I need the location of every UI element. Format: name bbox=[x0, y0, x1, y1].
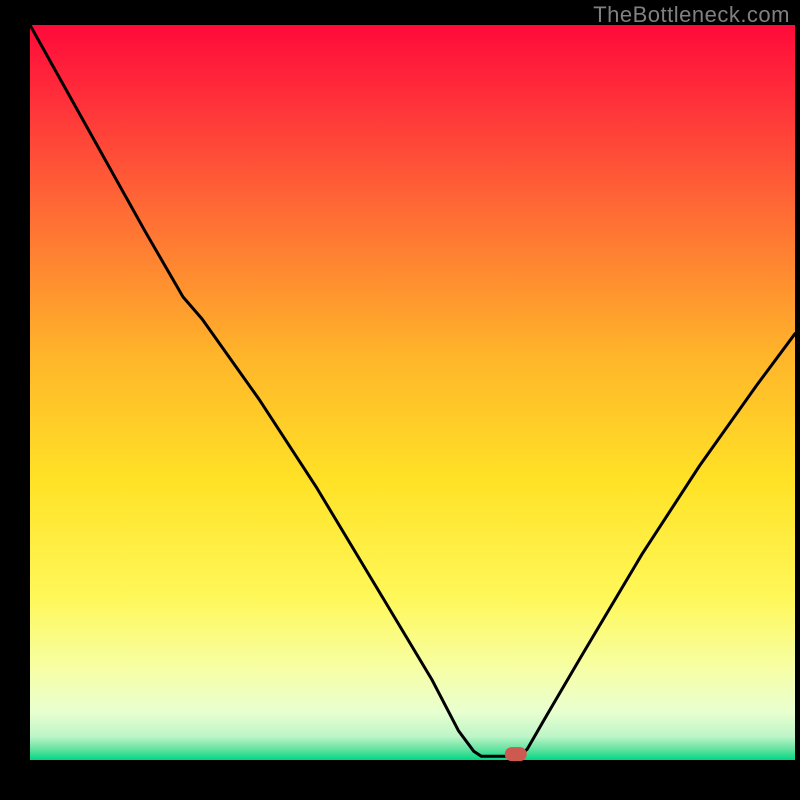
optimal-marker bbox=[505, 747, 527, 761]
chart-frame: TheBottleneck.com bbox=[0, 0, 800, 800]
watermark-text: TheBottleneck.com bbox=[593, 2, 790, 28]
bottleneck-chart bbox=[0, 0, 800, 800]
